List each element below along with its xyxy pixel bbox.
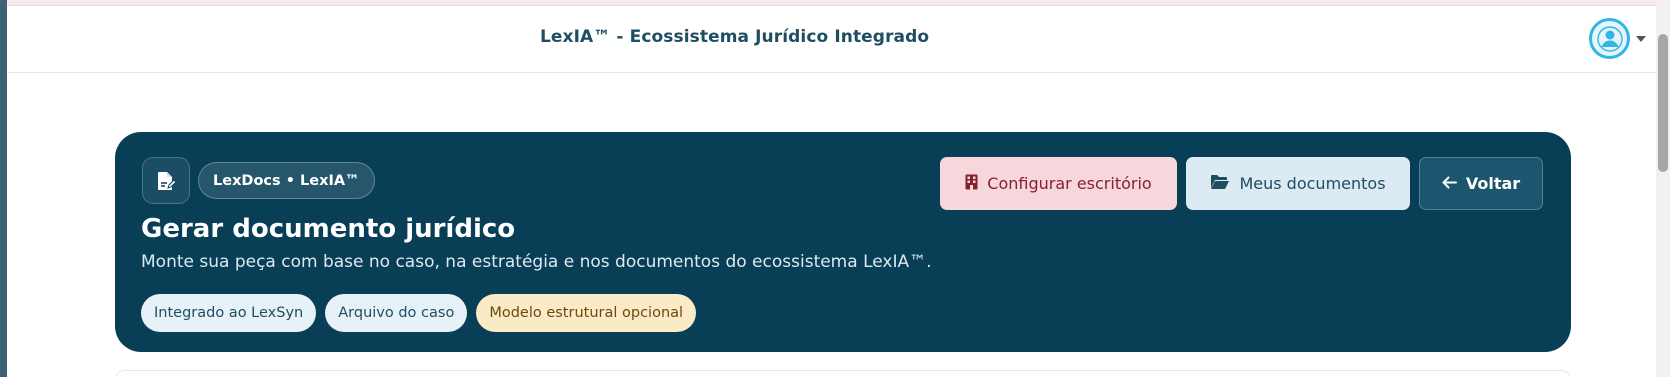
content-card-top [115, 370, 1571, 377]
configure-office-button[interactable]: Configurar escritório [940, 157, 1177, 210]
my-documents-button[interactable]: Meus documentos [1186, 157, 1410, 210]
window-left-edge [0, 0, 7, 377]
product-badge: LexDocs • LexIA™ [198, 162, 375, 199]
user-avatar-icon[interactable] [1589, 18, 1630, 59]
feature-chips: Integrado ao LexSyn Arquivo do caso Mode… [141, 294, 697, 332]
building-icon [965, 174, 978, 194]
page-subtitle: Monte sua peça com base no caso, na estr… [141, 252, 932, 272]
folder-open-icon [1210, 174, 1230, 194]
caret-down-icon[interactable] [1636, 35, 1646, 42]
page-title: Gerar documento jurídico [141, 214, 516, 244]
top-header: LexIA™ - Ecossistema Jurídico Integrado [7, 6, 1656, 73]
vertical-scrollbar[interactable] [1656, 0, 1670, 377]
arrow-left-icon [1442, 174, 1457, 193]
configure-office-label: Configurar escritório [987, 174, 1152, 193]
chip-case-file: Arquivo do caso [325, 294, 468, 332]
back-label: Voltar [1465, 174, 1521, 193]
hero-panel: LexDocs • LexIA™ Gerar documento jurídic… [115, 132, 1571, 352]
document-edit-icon [142, 157, 190, 204]
chip-structural-model: Modelo estrutural opcional [476, 294, 697, 332]
back-button[interactable]: Voltar [1419, 157, 1543, 210]
user-menu[interactable] [1589, 18, 1646, 59]
my-documents-label: Meus documentos [1239, 174, 1386, 193]
app-title: LexIA™ - Ecossistema Jurídico Integrado [540, 27, 930, 47]
chip-integrated: Integrado ao LexSyn [141, 294, 317, 332]
scrollbar-thumb[interactable] [1658, 34, 1668, 172]
